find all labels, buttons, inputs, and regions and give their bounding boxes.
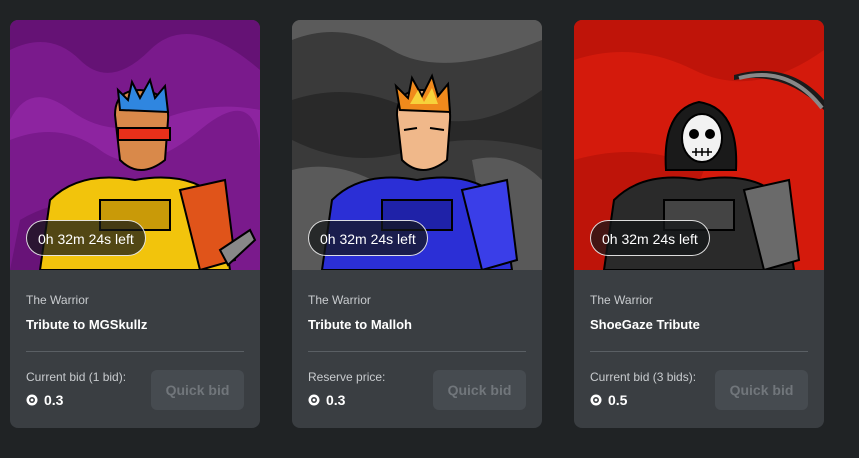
collection-name[interactable]: The Warrior: [590, 293, 653, 307]
quick-bid-button[interactable]: Quick bid: [433, 370, 526, 410]
card-details: The Warrior Tribute to MGSkullz Current …: [10, 270, 260, 428]
bid-label: Reserve price:: [308, 370, 386, 384]
nft-title[interactable]: Tribute to Malloh: [308, 317, 412, 332]
divider: [308, 351, 526, 352]
nft-card[interactable]: 0h 32m 24s left The Warrior ShoeGaze Tri…: [574, 20, 824, 428]
quick-bid-button[interactable]: Quick bid: [151, 370, 244, 410]
nft-artwork[interactable]: 0h 32m 24s left: [10, 20, 260, 270]
divider: [590, 351, 808, 352]
card-details: The Warrior ShoeGaze Tribute Current bid…: [574, 270, 824, 428]
nft-title[interactable]: ShoeGaze Tribute: [590, 317, 700, 332]
divider: [26, 351, 244, 352]
auction-timer: 0h 32m 24s left: [26, 220, 146, 256]
quick-bid-button[interactable]: Quick bid: [715, 370, 808, 410]
nft-card[interactable]: 0h 32m 24s left The Warrior Tribute to M…: [10, 20, 260, 428]
bid-amount-value: 0.3: [44, 392, 64, 408]
auction-grid: 0h 32m 24s left The Warrior Tribute to M…: [0, 0, 859, 458]
token-icon: [308, 394, 320, 406]
nft-card[interactable]: 0h 32m 24s left The Warrior Tribute to M…: [292, 20, 542, 428]
token-icon: [590, 394, 602, 406]
auction-timer: 0h 32m 24s left: [590, 220, 710, 256]
auction-timer: 0h 32m 24s left: [308, 220, 428, 256]
token-icon: [26, 394, 38, 406]
nft-artwork[interactable]: 0h 32m 24s left: [574, 20, 824, 270]
bid-amount-value: 0.3: [326, 392, 346, 408]
collection-name[interactable]: The Warrior: [308, 293, 371, 307]
bid-label: Current bid (1 bid):: [26, 370, 127, 384]
nft-title[interactable]: Tribute to MGSkullz: [26, 317, 147, 332]
bid-amount-value: 0.5: [608, 392, 628, 408]
bid-amount: 0.5: [590, 392, 627, 408]
bid-label: Current bid (3 bids):: [590, 370, 697, 384]
collection-name[interactable]: The Warrior: [26, 293, 89, 307]
bid-amount: 0.3: [308, 392, 345, 408]
nft-artwork[interactable]: 0h 32m 24s left: [292, 20, 542, 270]
bid-amount: 0.3: [26, 392, 63, 408]
card-details: The Warrior Tribute to Malloh Reserve pr…: [292, 270, 542, 428]
